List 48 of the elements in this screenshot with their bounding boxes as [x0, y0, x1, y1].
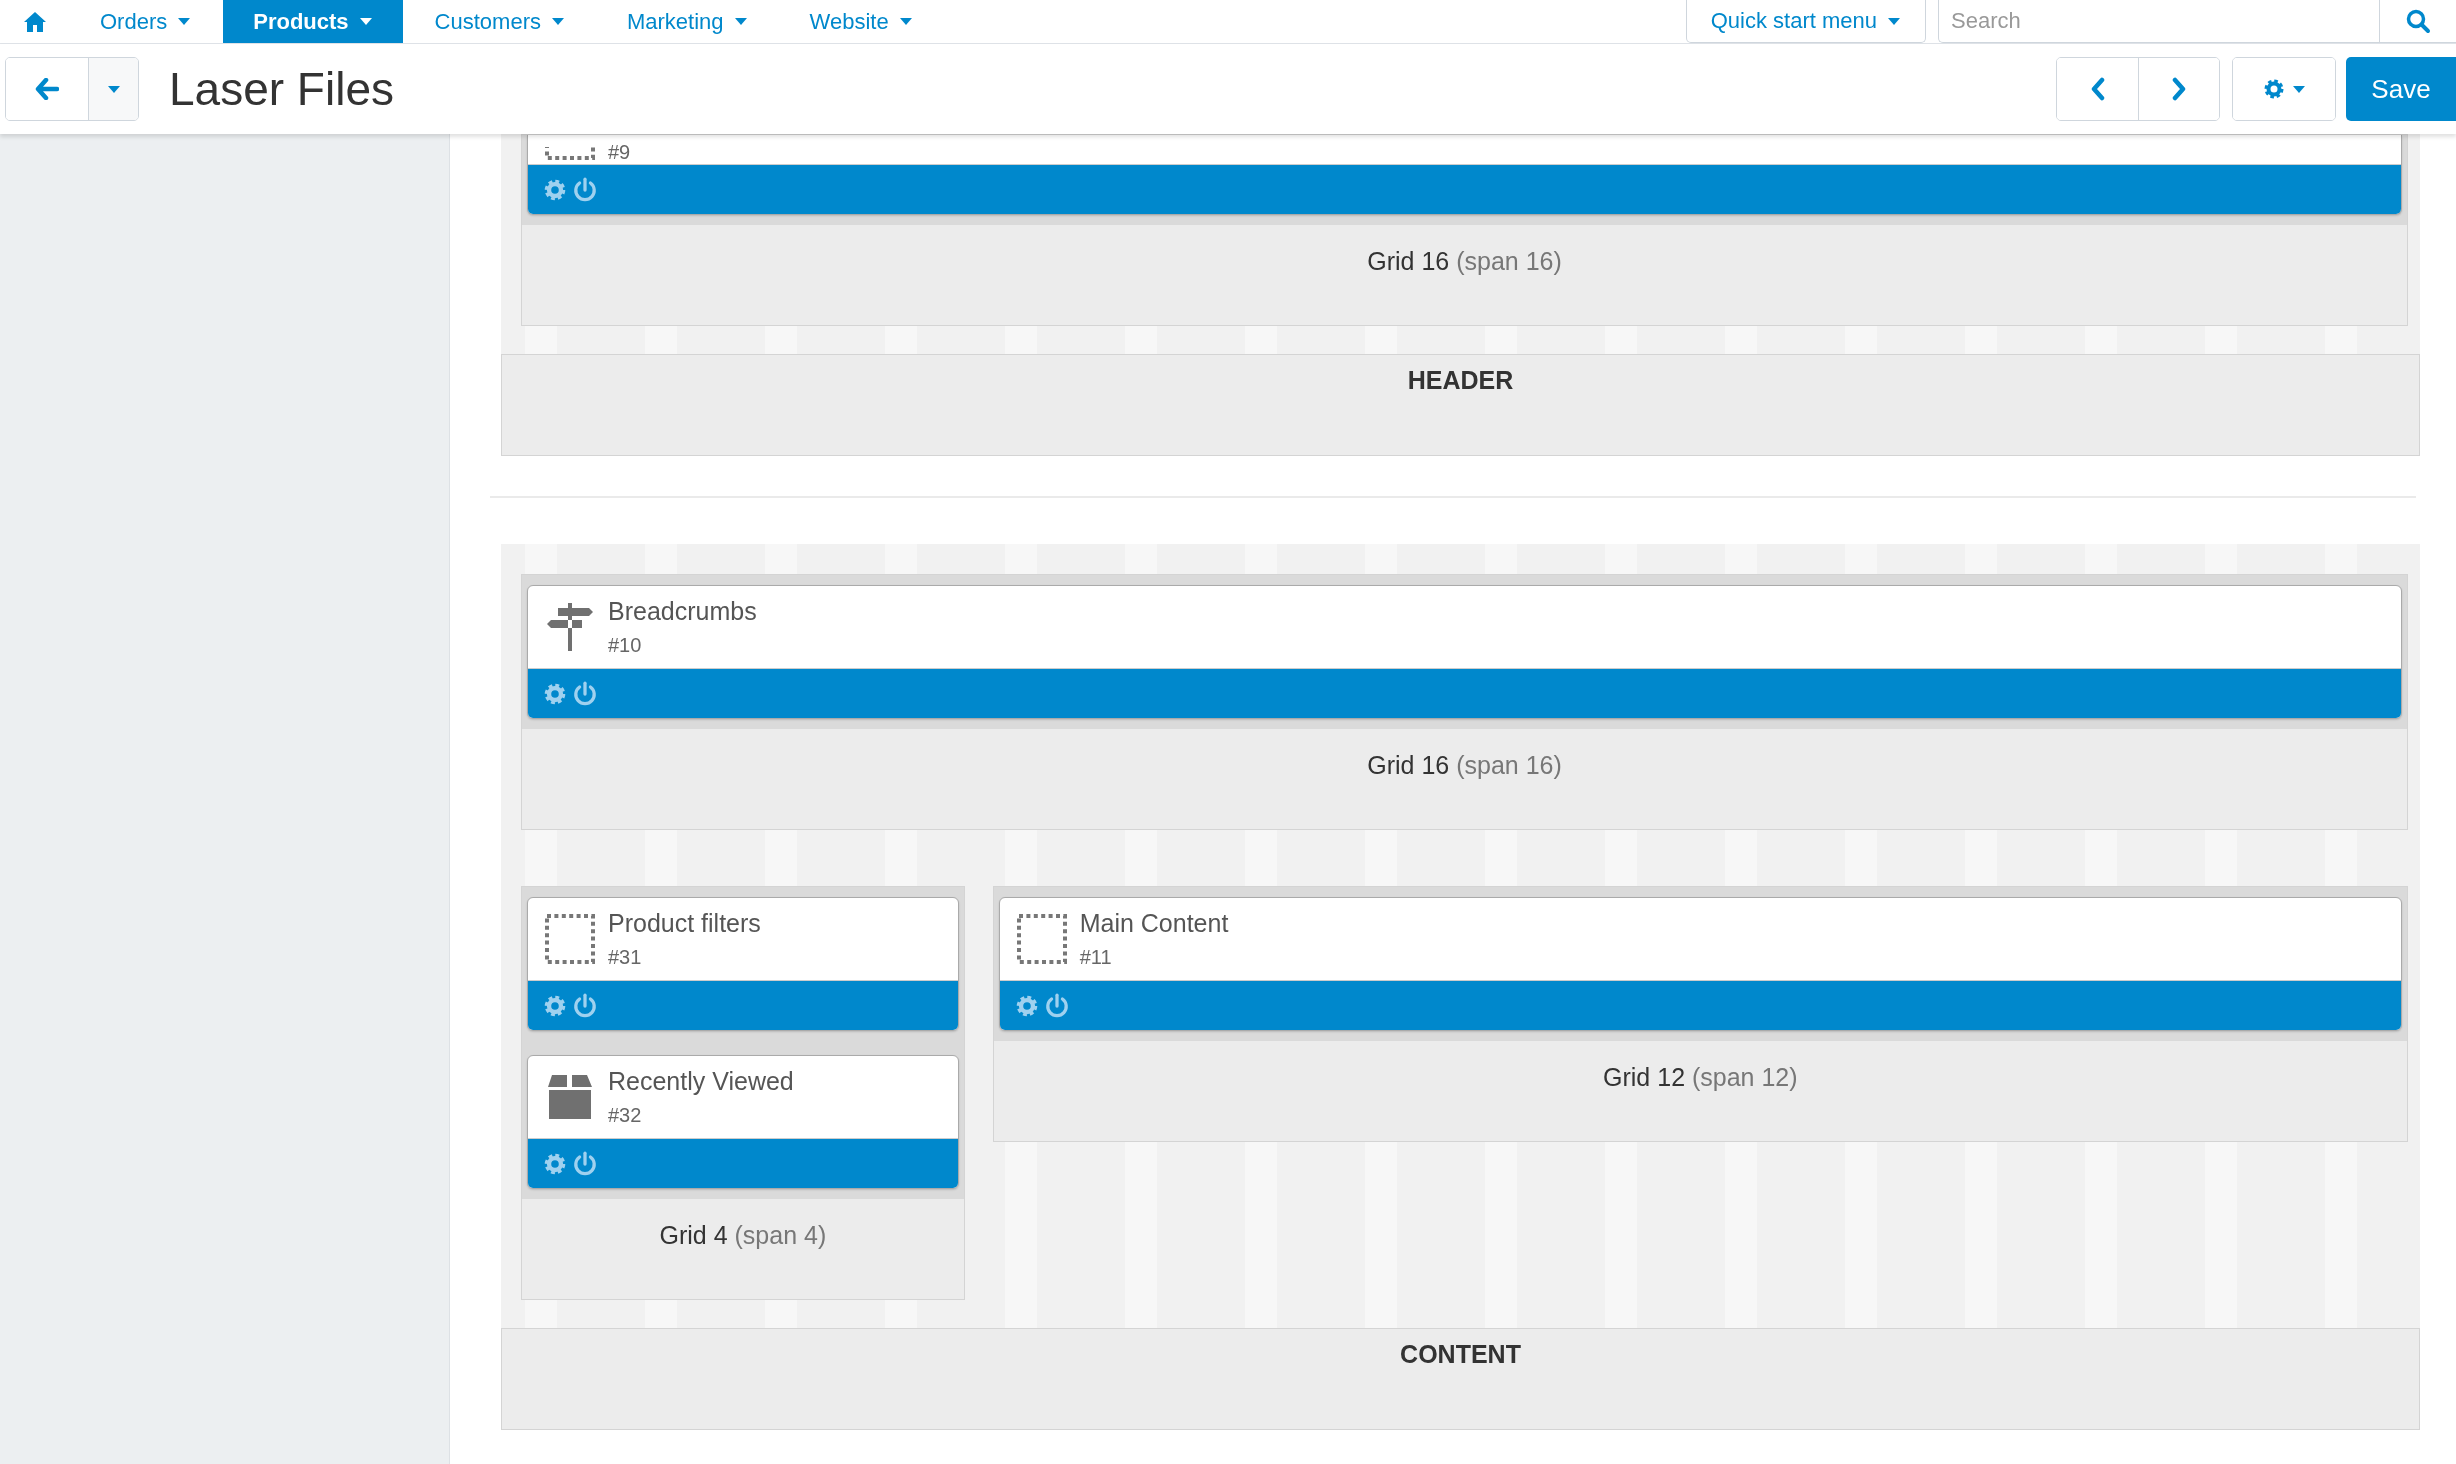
caret-icon — [550, 17, 565, 26]
block-title: Product filters — [608, 909, 761, 938]
block-title: Recently Viewed — [608, 1067, 794, 1096]
chevron-right-icon — [2172, 77, 2186, 101]
nav-tab[interactable]: Website — [779, 0, 943, 43]
home-icon[interactable] — [23, 10, 47, 33]
caret-icon — [1887, 16, 1901, 26]
power-icon[interactable] — [572, 680, 598, 707]
block-number: #10 — [608, 634, 643, 657]
grid-label: Grid 12 (span 12) — [1602, 1062, 1799, 1093]
next-button[interactable] — [2138, 58, 2219, 120]
save-button[interactable]: Save — [2346, 57, 2456, 121]
grid-label: Grid 16 (span 16) — [1366, 246, 1563, 277]
grid-label: Grid 16 (span 16) — [1366, 750, 1563, 781]
caret-icon — [898, 17, 913, 26]
power-icon[interactable] — [1043, 992, 1070, 1019]
settings-button[interactable] — [2233, 58, 2335, 120]
power-icon[interactable] — [572, 992, 598, 1019]
dotted-square-icon — [1015, 913, 1068, 965]
block-number: #32 — [608, 1104, 643, 1127]
section-title: HEADER — [501, 354, 2420, 456]
left-arrow-icon — [35, 78, 59, 100]
grid-label: Grid 4 (span 4) — [658, 1220, 828, 1251]
caret-icon — [106, 84, 121, 94]
block-number: #9 — [608, 141, 631, 164]
dropdown-button[interactable] — [88, 58, 138, 120]
block-number: #11 — [1079, 946, 1113, 969]
power-icon[interactable] — [572, 1150, 598, 1177]
page-title: Laser Files — [169, 62, 395, 116]
quick-start-menu-button[interactable]: Quick start menu — [1685, 0, 1926, 43]
power-icon[interactable] — [572, 176, 598, 203]
caret-icon — [2292, 84, 2306, 94]
caret-icon — [177, 17, 192, 26]
nav-tab[interactable]: Orders — [70, 0, 222, 43]
section-title: CONTENT — [501, 1328, 2420, 1430]
dotted-square-icon — [544, 913, 596, 965]
block-number: #31 — [608, 946, 643, 969]
block-title: Main Content — [1079, 909, 1229, 938]
block-title: Breadcrumbs — [608, 597, 757, 626]
caret-icon — [733, 17, 748, 26]
gear-icon — [2262, 77, 2286, 101]
caret-icon — [358, 17, 373, 26]
search-field[interactable]: Search — [1939, 0, 2379, 42]
nav-tab[interactable]: Products — [223, 0, 403, 43]
nav-tab[interactable]: Customers — [404, 0, 595, 43]
search-icon — [2405, 8, 2431, 34]
nav-tab[interactable]: Marketing — [596, 0, 778, 43]
chevron-left-icon — [2090, 77, 2105, 101]
